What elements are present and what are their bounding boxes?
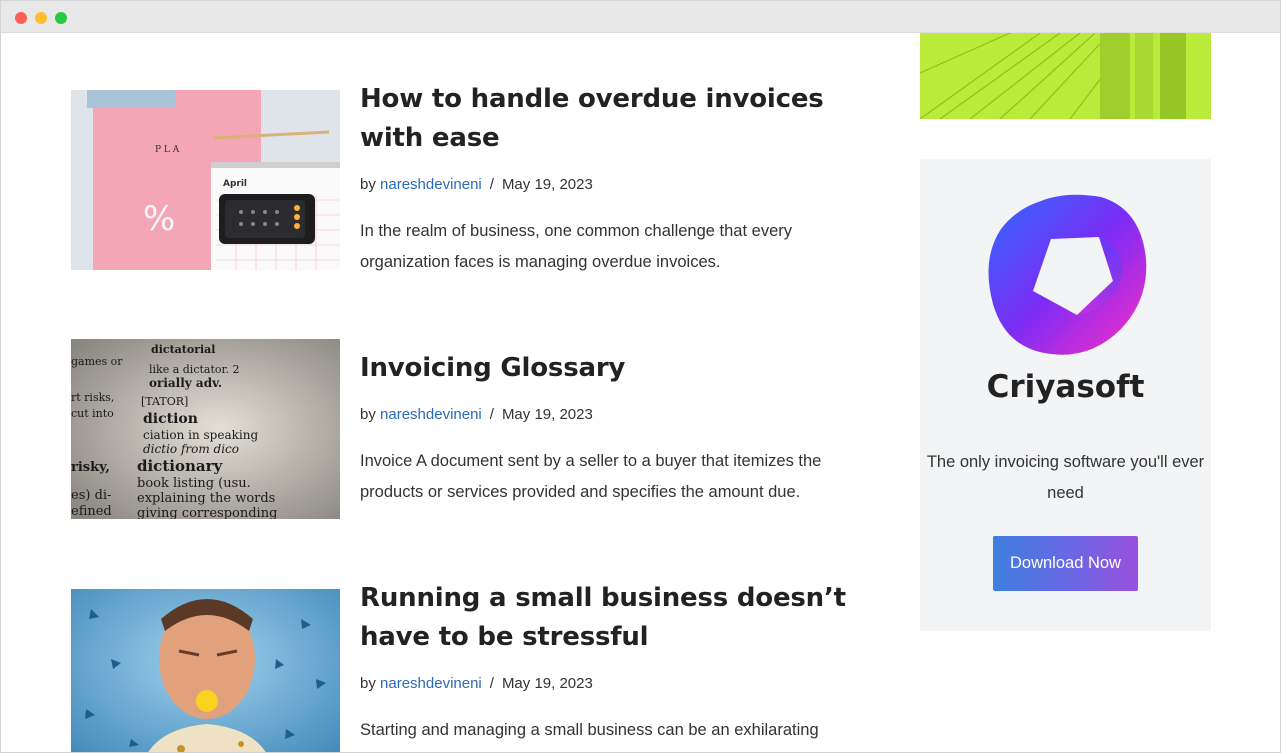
dictionary-thumbnail: dictatorial like a dictator. 2 orially a… bbox=[71, 339, 340, 519]
promo-brand-name: Criyasoft bbox=[986, 369, 1145, 405]
post-title[interactable]: Running a small business doesn’t have to… bbox=[360, 579, 850, 657]
post-excerpt: Invoice A document sent by a seller to a… bbox=[360, 452, 822, 501]
post-title[interactable]: Invoicing Glossary bbox=[360, 349, 850, 388]
svg-text:[TATOR]: [TATOR] bbox=[141, 395, 188, 408]
maximize-window-button[interactable] bbox=[55, 12, 67, 24]
post-thumbnail-link[interactable]: P L A April % bbox=[71, 90, 340, 270]
bridge-cables-image bbox=[920, 33, 1211, 119]
window-titlebar bbox=[1, 1, 1280, 33]
svg-text:games or: games or bbox=[71, 355, 123, 368]
svg-text:cut into: cut into bbox=[71, 407, 114, 420]
download-now-button[interactable]: Download Now bbox=[993, 536, 1138, 591]
percent-figure: % bbox=[143, 199, 175, 239]
svg-text:ciation in speaking: ciation in speaking bbox=[143, 428, 258, 442]
meta-separator: / bbox=[489, 675, 494, 692]
svg-text:like a dictator. 2: like a dictator. 2 bbox=[149, 363, 240, 376]
post-date: May 19, 2023 bbox=[501, 176, 593, 193]
author-link[interactable]: nareshdevineni bbox=[380, 176, 482, 193]
promo-tagline: The only invoicing software you'll ever … bbox=[926, 453, 1205, 502]
post-meta: by nareshdevineni / May 19, 2023 bbox=[360, 674, 850, 694]
svg-text:efined: efined bbox=[71, 504, 112, 519]
svg-text:diction: diction bbox=[143, 411, 198, 427]
byline-prefix: by bbox=[360, 176, 376, 193]
post-date: May 19, 2023 bbox=[501, 406, 593, 423]
author-link[interactable]: nareshdevineni bbox=[380, 406, 482, 423]
post-meta: by nareshdevineni / May 19, 2023 bbox=[360, 405, 850, 425]
meta-separator: / bbox=[489, 176, 494, 193]
post-date: May 19, 2023 bbox=[501, 675, 593, 692]
close-window-button[interactable] bbox=[15, 12, 27, 24]
post-excerpt: In the realm of business, one common cha… bbox=[360, 222, 792, 271]
author-link[interactable]: nareshdevineni bbox=[380, 675, 482, 692]
stressed-man-thumbnail bbox=[71, 589, 340, 752]
svg-text:giving corresponding: giving corresponding bbox=[137, 506, 277, 519]
svg-text:rt risks,: rt risks, bbox=[71, 391, 114, 404]
post-title[interactable]: How to handle overdue invoices with ease bbox=[360, 80, 850, 158]
overdue-invoices-thumbnail: P L A April % bbox=[71, 90, 340, 270]
minimize-window-button[interactable] bbox=[35, 12, 47, 24]
svg-text:book listing (usu.: book listing (usu. bbox=[137, 476, 251, 491]
calendar-month: April bbox=[223, 179, 247, 189]
svg-text:dictio from dico: dictio from dico bbox=[143, 442, 239, 456]
byline-prefix: by bbox=[360, 406, 376, 423]
svg-text:risky,: risky, bbox=[71, 460, 110, 475]
byline-prefix: by bbox=[360, 675, 376, 692]
svg-text:dictatorial: dictatorial bbox=[151, 343, 215, 356]
post-excerpt: Starting and managing a small business c… bbox=[360, 721, 819, 739]
post-thumbnail-link[interactable] bbox=[71, 589, 340, 752]
svg-text:explaining the words: explaining the words bbox=[137, 491, 275, 506]
promo-card: Criyasoft The only invoicing software yo… bbox=[920, 159, 1211, 631]
sidebar-banner-image[interactable] bbox=[920, 33, 1211, 119]
svg-text:orially adv.: orially adv. bbox=[149, 376, 222, 390]
meta-separator: / bbox=[489, 406, 494, 423]
browser-window: P L A April % How to handle overdue invo… bbox=[0, 0, 1281, 753]
criyasoft-logo-icon bbox=[988, 194, 1147, 355]
post-meta: by nareshdevineni / May 19, 2023 bbox=[360, 175, 850, 195]
post-thumbnail-link[interactable]: dictatorial like a dictator. 2 orially a… bbox=[71, 339, 340, 519]
svg-text:es) di-: es) di- bbox=[71, 488, 111, 503]
scrabble-tiles: P L A bbox=[155, 145, 180, 155]
svg-text:dictionary: dictionary bbox=[137, 457, 223, 475]
